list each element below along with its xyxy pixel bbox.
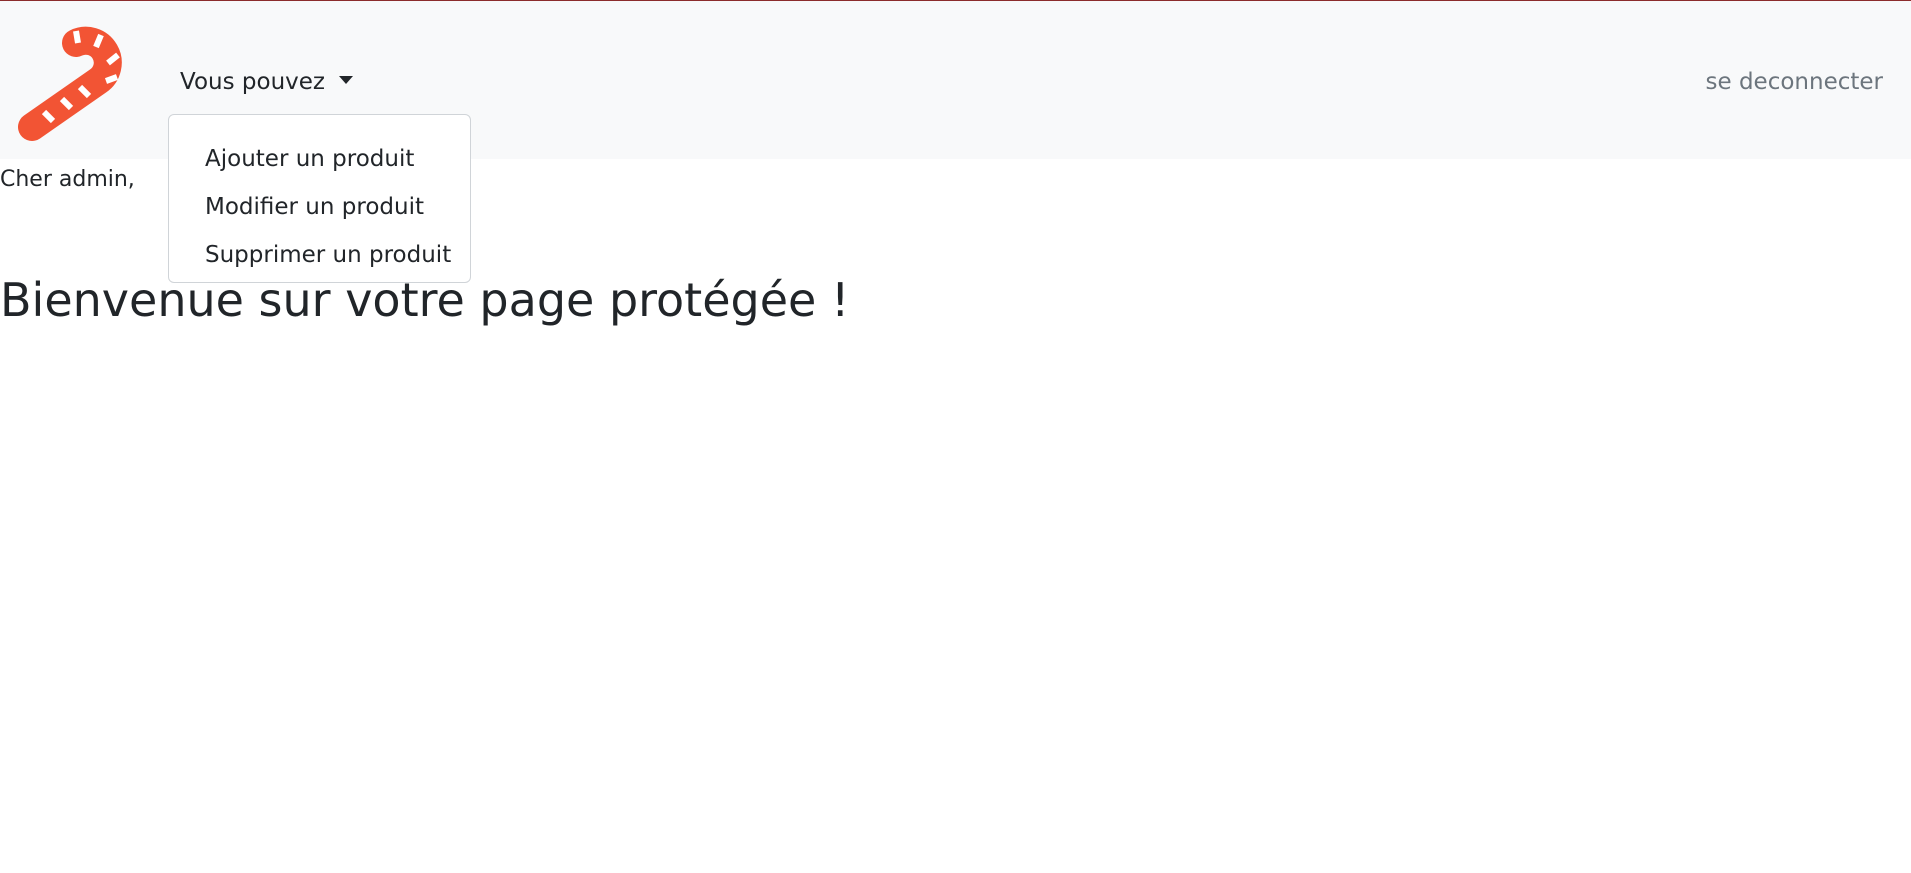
- dropdown-item-add-product[interactable]: Ajouter un produit: [169, 135, 470, 183]
- dropdown-label: Vous pouvez: [180, 69, 325, 95]
- candy-cane-icon: [18, 26, 122, 141]
- brand-logo-link[interactable]: [18, 19, 146, 144]
- greeting-text: Cher admin,: [0, 167, 135, 192]
- dropdown-menu: Ajouter un produit Modifier un produit S…: [168, 114, 471, 283]
- dropdown-item-edit-product[interactable]: Modifier un produit: [169, 183, 470, 231]
- logout-link[interactable]: se deconnecter: [1706, 67, 1884, 97]
- dropdown-item-delete-product[interactable]: Supprimer un produit: [169, 231, 470, 279]
- nav-dropdown-toggle[interactable]: Vous pouvez: [180, 67, 353, 97]
- caret-down-icon: [338, 76, 353, 84]
